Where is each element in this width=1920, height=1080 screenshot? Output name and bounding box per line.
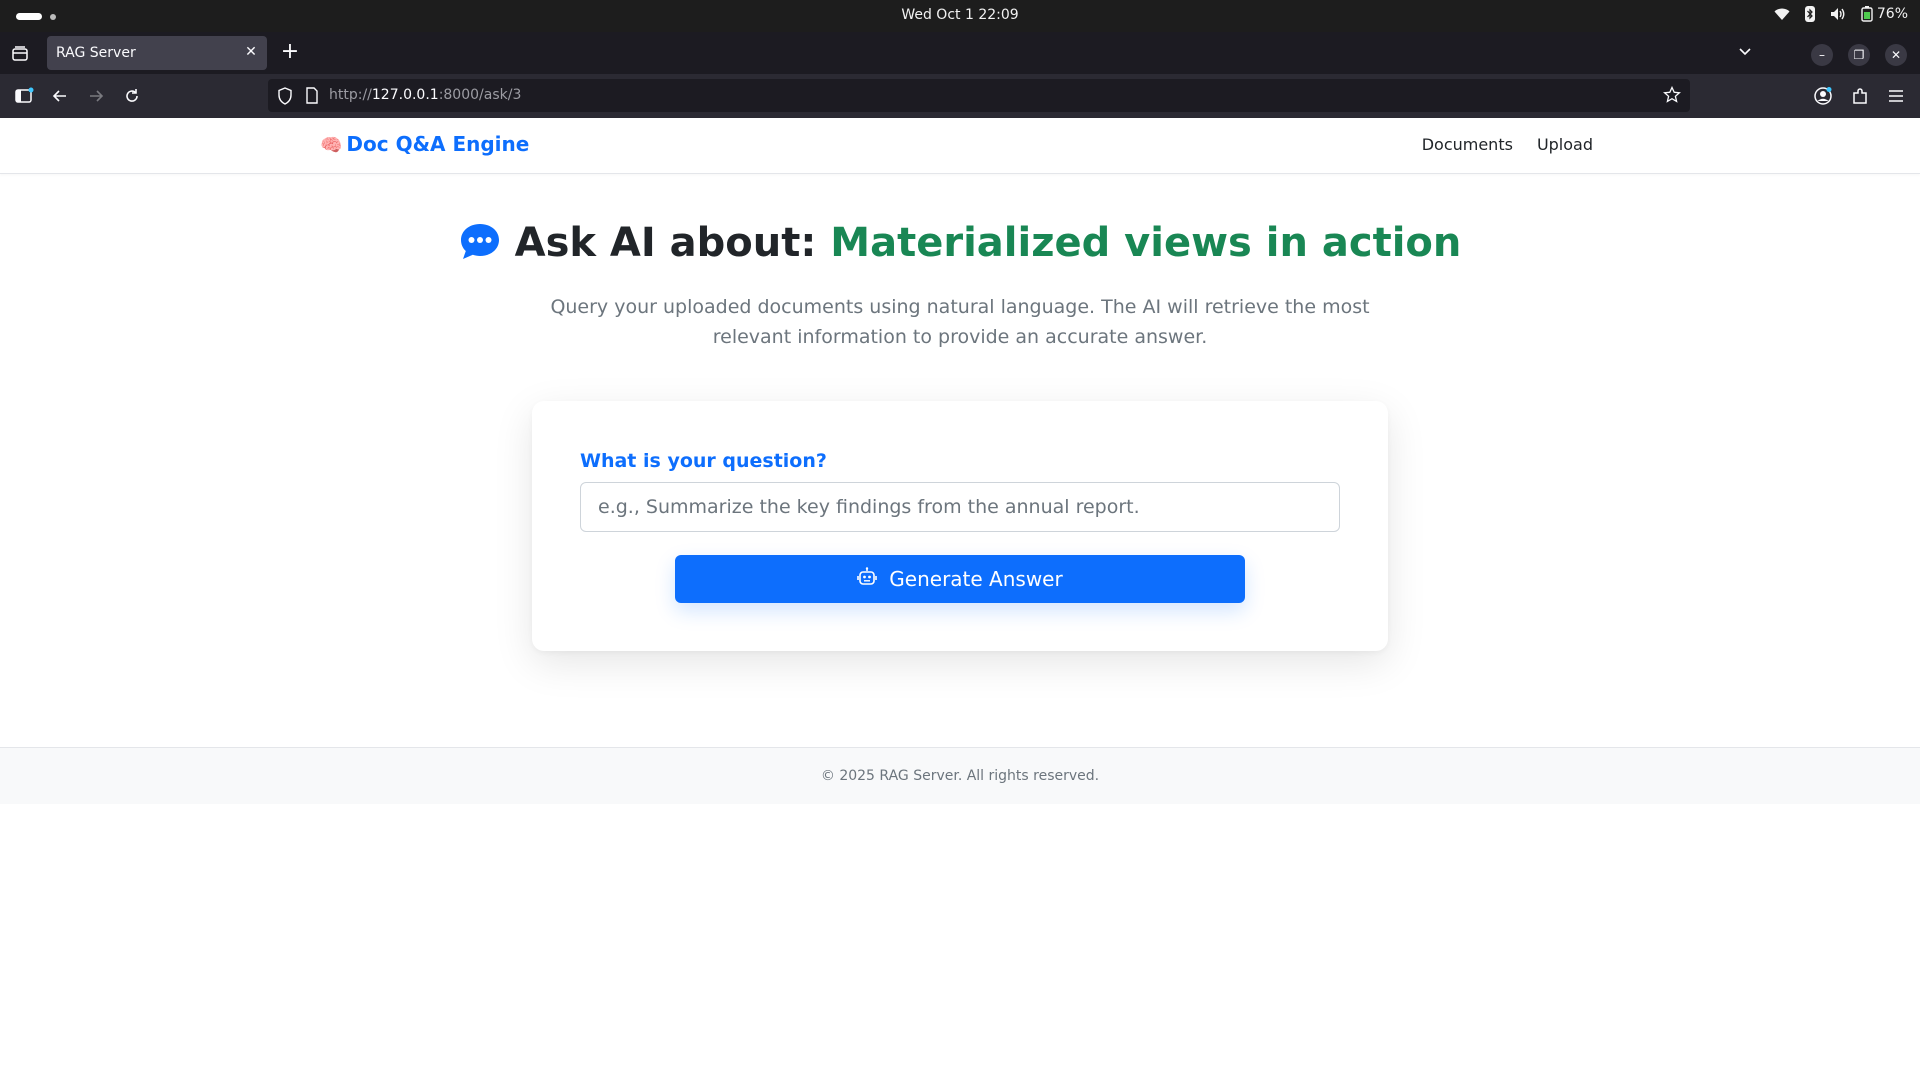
reload-icon[interactable] <box>122 86 142 106</box>
volume-icon[interactable] <box>1830 7 1846 21</box>
url-path: :8000/ask/3 <box>438 87 522 103</box>
footer-copyright: © 2025 RAG Server. All rights reserved. <box>820 768 1100 784</box>
site-nav-links: Documents Upload <box>1422 135 1593 154</box>
tab-list-chevron-down-icon[interactable] <box>1737 44 1753 64</box>
sidebar-toggle-icon[interactable] <box>14 86 34 106</box>
site-navbar: 🧠 Doc Q&A Engine Documents Upload <box>0 118 1920 174</box>
forward-arrow-icon[interactable] <box>86 86 106 106</box>
bookmark-star-icon[interactable] <box>1663 85 1681 108</box>
system-tray[interactable]: 76% <box>1774 6 1908 22</box>
site-footer: © 2025 RAG Server. All rights reserved. <box>0 747 1920 804</box>
tab-overview-icon[interactable] <box>10 44 30 64</box>
restore-window-icon[interactable]: ❐ <box>1848 44 1870 66</box>
question-card: What is your question? Generate Answer <box>532 401 1388 651</box>
system-top-bar: Wed Oct 1 22:09 76% <box>0 0 1920 32</box>
close-window-icon[interactable]: ✕ <box>1885 44 1907 66</box>
chat-bubble-icon <box>459 222 501 272</box>
battery-icon[interactable]: 76% <box>1860 6 1908 22</box>
minimize-window-icon[interactable]: – <box>1811 44 1833 66</box>
url-host: 127.0.0.1 <box>371 87 439 103</box>
address-bar[interactable]: http://127.0.0.1:8000/ask/3 <box>268 79 1690 112</box>
hamburger-menu-icon[interactable] <box>1886 86 1906 106</box>
robot-icon <box>857 566 878 592</box>
brand-link[interactable]: 🧠 Doc Q&A Engine <box>320 132 529 156</box>
url-text[interactable]: http://127.0.0.1:8000/ask/3 <box>329 87 521 103</box>
question-input[interactable] <box>580 482 1340 532</box>
brand-name: Doc Q&A Engine <box>346 132 530 156</box>
page-info-icon[interactable] <box>305 87 319 108</box>
browser-tab-strip: RAG Server ✕ + – ❐ ✕ <box>0 32 1920 74</box>
close-tab-icon[interactable]: ✕ <box>243 44 259 60</box>
bluetooth-icon[interactable] <box>1804 6 1816 22</box>
nav-link-upload[interactable]: Upload <box>1537 135 1593 154</box>
account-icon[interactable] <box>1813 86 1833 106</box>
new-tab-icon[interactable]: + <box>280 41 300 63</box>
battery-percent: 76% <box>1876 6 1908 22</box>
brain-icon: 🧠 <box>320 135 343 156</box>
page-title: Ask AI about: Materialized views in acti… <box>0 220 1920 272</box>
generate-answer-button[interactable]: Generate Answer <box>675 555 1245 603</box>
nav-link-documents[interactable]: Documents <box>1422 135 1513 154</box>
question-label: What is your question? <box>580 450 827 472</box>
tab-title: RAG Server <box>56 45 136 61</box>
page-subtitle: Query your uploaded documents using natu… <box>550 296 1370 348</box>
browser-tab-active[interactable]: RAG Server ✕ <box>47 36 267 70</box>
title-prefix: Ask AI about: <box>514 220 831 266</box>
generate-answer-label: Generate Answer <box>889 567 1063 591</box>
document-topic: Materialized views in action <box>830 220 1462 266</box>
browser-toolbar: http://127.0.0.1:8000/ask/3 <box>0 74 1920 118</box>
system-clock[interactable]: Wed Oct 1 22:09 <box>0 7 1920 23</box>
wifi-icon[interactable] <box>1774 7 1790 21</box>
url-scheme: http:// <box>329 87 372 103</box>
extensions-puzzle-icon[interactable] <box>1850 86 1870 106</box>
back-arrow-icon[interactable] <box>50 86 70 106</box>
tracking-protection-shield-icon[interactable] <box>277 87 293 109</box>
